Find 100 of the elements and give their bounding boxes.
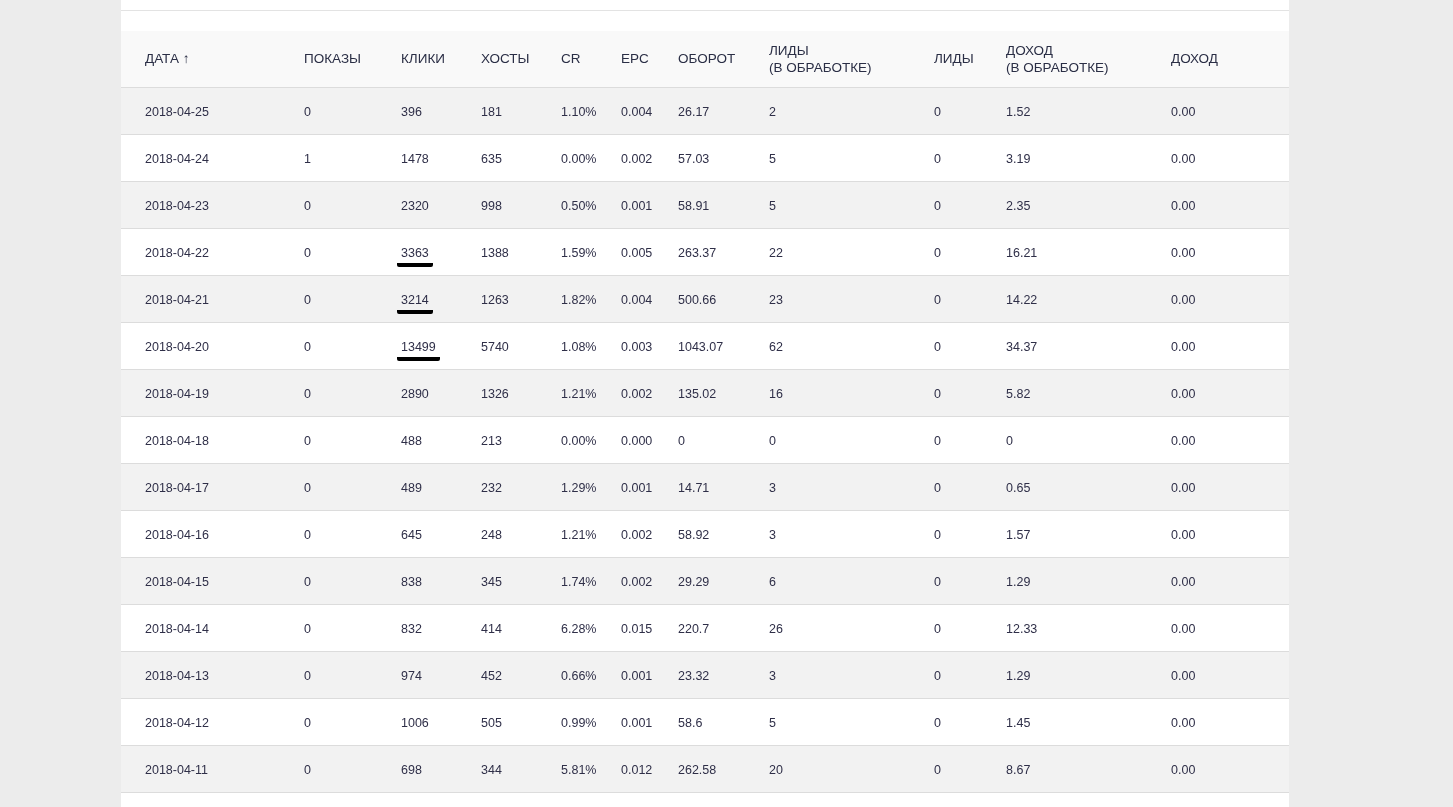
underlined-cell: 3363: [397, 245, 433, 267]
table-cell: 0.00: [1171, 339, 1196, 354]
table-cell: 1.74%: [561, 574, 597, 589]
table-cell: 135.02: [678, 386, 717, 401]
table-cell: 8.67: [1006, 762, 1031, 777]
table-cell: 2018-04-11: [145, 762, 208, 777]
table-cell: 1263: [481, 292, 509, 307]
table-cell: 0: [934, 198, 941, 213]
table-cell: 262.58: [678, 762, 717, 777]
table-cell: 5: [769, 151, 776, 166]
table-cell: 14.71: [678, 480, 710, 495]
table-cell: 0.002: [621, 386, 653, 401]
table-cell: 505: [481, 715, 502, 730]
table-cell: 0.65: [1006, 480, 1031, 495]
table-cell: 0: [934, 151, 941, 166]
table-cell: 0: [304, 386, 311, 401]
table-cell: 5.82: [1006, 386, 1031, 401]
table-cell: 6: [769, 574, 776, 589]
table-cell: 34.37: [1006, 339, 1038, 354]
table-cell: 5740: [481, 339, 509, 354]
table-cell: 1.45: [1006, 715, 1031, 730]
table-cell: 2018-04-13: [145, 668, 209, 683]
column-header: ДОХОД (В ОБРАБОТКЕ): [1006, 42, 1109, 75]
table-cell: 0.00%: [561, 433, 597, 448]
table-cell: 0.000: [621, 433, 653, 448]
table-cell: 635: [481, 151, 502, 166]
table-cell: 0.001: [621, 480, 653, 495]
table-cell: 488: [401, 433, 422, 448]
table-cell: 0: [769, 433, 776, 448]
table-cell: 396: [401, 104, 422, 119]
table-cell: 1478: [401, 151, 429, 166]
table-cell: 0: [934, 668, 941, 683]
table-cell: 0.99%: [561, 715, 597, 730]
table-cell: 16: [769, 386, 783, 401]
table-cell: 2018-04-15: [145, 574, 209, 589]
table-cell: 58.91: [678, 198, 710, 213]
table-cell: 645: [401, 527, 422, 542]
underlined-cell: 3214: [397, 292, 433, 314]
table-cell: 263.37: [678, 245, 717, 260]
table-cell: 0.00: [1171, 621, 1196, 636]
table-cell: 0.00: [1171, 715, 1196, 730]
table-cell: 0: [934, 433, 941, 448]
table-cell: 1: [304, 151, 311, 166]
column-header: ДОХОД: [1171, 51, 1218, 67]
table-cell: 0.00: [1171, 433, 1196, 448]
table-cell: 2018-04-20: [145, 339, 209, 354]
table-cell: 0: [304, 715, 311, 730]
table-cell: 0: [304, 104, 311, 119]
table-cell: 0.66%: [561, 668, 597, 683]
table-cell: 0: [678, 433, 685, 448]
column-header: ХОСТЫ: [481, 51, 530, 67]
table-cell: 0: [304, 762, 311, 777]
table-cell: 0.00: [1171, 762, 1196, 777]
table-cell: 2018-04-24: [145, 151, 209, 166]
table-cell: 489: [401, 480, 422, 495]
table-cell: 0: [1006, 433, 1013, 448]
table-cell: 5: [769, 715, 776, 730]
table-cell: 14.22: [1006, 292, 1038, 307]
table-cell: 0: [304, 198, 311, 213]
table-cell: 0: [934, 339, 941, 354]
table-cell: 2018-04-19: [145, 386, 209, 401]
table-cell: 2: [769, 104, 776, 119]
table-cell: 0.001: [621, 668, 653, 683]
table-cell: 1.10%: [561, 104, 597, 119]
table-cell: 2018-04-23: [145, 198, 209, 213]
table-cell: 414: [481, 621, 502, 636]
table-cell: 0.00: [1171, 292, 1196, 307]
underlined-cell: 13499: [397, 339, 440, 361]
table-cell: 0.002: [621, 574, 653, 589]
table-cell: 0.00%: [561, 151, 597, 166]
table-cell: 0: [934, 762, 941, 777]
table-cell: 22: [769, 245, 783, 260]
table-cell: 2320: [401, 198, 429, 213]
table-cell: 1.57: [1006, 527, 1031, 542]
table-cell: 452: [481, 668, 502, 683]
table-cell: 0.00: [1171, 245, 1196, 260]
table-cell: 0: [304, 621, 311, 636]
table-cell: 16.21: [1006, 245, 1038, 260]
table-cell: 213: [481, 433, 502, 448]
table-cell: 6.28%: [561, 621, 597, 636]
table-cell: 181: [481, 104, 502, 119]
column-header: ЛИДЫ: [934, 51, 974, 67]
table-cell: 0: [304, 433, 311, 448]
table-cell: 3: [769, 480, 776, 495]
table-cell: 0: [934, 245, 941, 260]
table-cell: 5.81%: [561, 762, 597, 777]
column-header: ПОКАЗЫ: [304, 51, 362, 67]
table-cell: 58.92: [678, 527, 710, 542]
table-cell: 2018-04-18: [145, 433, 209, 448]
table-cell: 29.29: [678, 574, 710, 589]
table-cell: 20: [769, 762, 783, 777]
column-header: КЛИКИ: [401, 51, 445, 67]
table-cell: 0.015: [621, 621, 653, 636]
table-cell: 500.66: [678, 292, 717, 307]
column-header[interactable]: ДАТА ↑: [145, 51, 190, 67]
table-cell: 1.21%: [561, 527, 597, 542]
table-cell: 2018-04-21: [145, 292, 209, 307]
table-cell: 0.004: [621, 292, 653, 307]
table-cell: 0: [934, 104, 941, 119]
column-header: ОБОРОТ: [678, 51, 736, 67]
